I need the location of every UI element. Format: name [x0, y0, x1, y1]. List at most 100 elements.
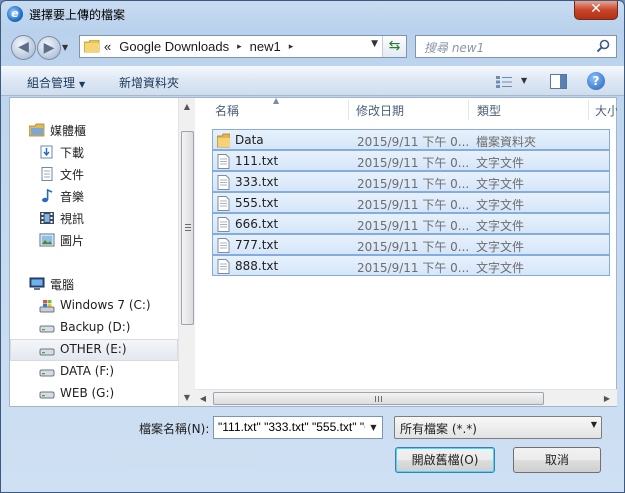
- help-icon[interactable]: ?: [587, 72, 605, 90]
- file-row-888[interactable]: 888.txt 2015/9/11 下午 0... 文字文件: [212, 255, 610, 276]
- navigation-scrollbar[interactable]: ▲ ▼: [178, 98, 195, 406]
- horizontal-scrollbar[interactable]: ◀ ▶: [195, 389, 617, 406]
- libraries-icon: [29, 123, 45, 137]
- search-input[interactable]: 搜尋 new1: [415, 35, 617, 58]
- address-history-dropdown[interactable]: ▼: [371, 39, 378, 49]
- scrollbar-thumb[interactable]: [181, 131, 194, 325]
- scroll-right-icon[interactable]: ▶: [599, 390, 615, 407]
- file-list-pane: ▲ 名稱 修改日期 類型 大小 Data 2015/9/11 下午 0... 檔…: [203, 98, 617, 406]
- cancel-button[interactable]: 取消: [513, 447, 601, 473]
- chevron-down-icon: ▼: [590, 420, 597, 429]
- navigation-pane: 媒體櫃 下載 文件 音樂 視訊 圖片 電腦 Windows 7 (C:) Bac…: [10, 98, 178, 406]
- organize-label: 組合管理: [27, 76, 76, 90]
- sidebar-item-label: 圖片: [60, 234, 85, 248]
- breadcrumb-separator-icon[interactable]: ▸: [289, 39, 294, 54]
- drive-icon: [39, 391, 55, 399]
- open-button[interactable]: 開啟舊檔(O): [395, 447, 495, 473]
- video-icon: [40, 212, 54, 224]
- organize-button[interactable]: 組合管理 ▼: [27, 74, 85, 91]
- file-row-111[interactable]: 111.txt 2015/9/11 下午 0... 文字文件: [212, 150, 610, 171]
- column-header-label: 名稱: [215, 104, 240, 118]
- breadcrumb-separator-icon[interactable]: ▸: [237, 39, 242, 54]
- column-header-date[interactable]: 修改日期: [349, 98, 469, 122]
- file-type: 文字文件: [476, 156, 525, 170]
- windows-drive-icon: [39, 300, 55, 313]
- file-type: 文字文件: [476, 240, 525, 254]
- file-type: 檔案資料夾: [476, 135, 537, 149]
- back-button[interactable]: ◀: [11, 35, 36, 60]
- sidebar-item-drive-g[interactable]: WEB (G:): [10, 383, 178, 405]
- text-file-icon: [217, 238, 230, 253]
- scrollbar-thumb[interactable]: [213, 392, 544, 405]
- file-type: 文字文件: [476, 198, 525, 212]
- file-row-333[interactable]: 333.txt 2015/9/11 下午 0... 文字文件: [212, 171, 610, 192]
- search-placeholder: 搜尋 new1: [424, 41, 485, 55]
- sidebar-item-drive-d[interactable]: Backup (D:): [10, 317, 178, 339]
- sidebar-item-drive-c[interactable]: Windows 7 (C:): [10, 295, 178, 317]
- sidebar-item-drive-f[interactable]: DATA (F:): [10, 361, 178, 383]
- drive-icon: [39, 325, 55, 333]
- chevron-down-icon: ▼: [79, 80, 86, 89]
- refresh-button[interactable]: ⇆: [382, 36, 406, 57]
- view-options-dropdown[interactable]: ▼: [521, 76, 527, 85]
- sidebar-item-computer[interactable]: 電腦: [10, 273, 178, 295]
- file-row-data[interactable]: Data 2015/9/11 下午 0... 檔案資料夾: [212, 129, 610, 150]
- forward-button[interactable]: ▶: [37, 36, 61, 60]
- folder-icon: [84, 40, 100, 53]
- browser-body: 媒體櫃 下載 文件 音樂 視訊 圖片 電腦 Windows 7 (C:) Bac…: [9, 97, 617, 407]
- sidebar-item-videos[interactable]: 視訊: [10, 207, 178, 229]
- sidebar-item-downloads[interactable]: 下載: [10, 141, 178, 163]
- sidebar-item-drive-e[interactable]: OTHER (E:): [10, 339, 178, 361]
- file-date: 2015/9/11 下午 0...: [357, 261, 470, 275]
- internet-explorer-icon: e: [7, 6, 23, 22]
- file-type-value: 所有檔案 (*.*): [400, 422, 477, 436]
- filename-value: "111.txt" "333.txt" "555.txt" "666.txt" …: [218, 420, 382, 434]
- column-header-size[interactable]: 大小: [589, 98, 617, 122]
- scroll-up-icon[interactable]: ▲: [179, 98, 195, 115]
- new-folder-button[interactable]: 新增資料夾: [119, 74, 179, 91]
- file-row-555[interactable]: 555.txt 2015/9/11 下午 0... 文字文件: [212, 192, 610, 213]
- scroll-down-icon[interactable]: ▼: [179, 389, 195, 406]
- file-type: 文字文件: [476, 219, 525, 233]
- column-header-label: 修改日期: [356, 104, 405, 118]
- drive-icon: [39, 348, 55, 356]
- sidebar-item-label: Windows 7 (C:): [60, 298, 151, 312]
- file-date: 2015/9/11 下午 0...: [357, 177, 470, 191]
- file-date: 2015/9/11 下午 0...: [357, 156, 470, 170]
- close-button[interactable]: ✕: [574, 1, 618, 20]
- change-view-icon[interactable]: [495, 75, 513, 89]
- sidebar-item-label: 媒體櫃: [50, 124, 87, 138]
- file-row-777[interactable]: 777.txt 2015/9/11 下午 0... 文字文件: [212, 234, 610, 255]
- column-header-label: 類型: [477, 104, 502, 118]
- title-bar[interactable]: e 選擇要上傳的檔案 ✕: [1, 1, 624, 27]
- sidebar-item-pictures[interactable]: 圖片: [10, 229, 178, 251]
- address-bar[interactable]: « Google Downloads ▸ new1 ▸ ▼ ⇆: [79, 35, 407, 58]
- scroll-left-icon[interactable]: ◀: [195, 390, 211, 407]
- window-title: 選擇要上傳的檔案: [29, 8, 126, 22]
- file-row-666[interactable]: 666.txt 2015/9/11 下午 0... 文字文件: [212, 213, 610, 234]
- file-name: Data: [235, 133, 264, 147]
- recent-pages-dropdown[interactable]: ▼: [62, 43, 68, 52]
- preview-pane-icon[interactable]: [550, 74, 567, 89]
- column-header-name[interactable]: ▲ 名稱: [203, 98, 345, 122]
- breadcrumb-overflow[interactable]: «: [104, 39, 111, 54]
- grip-icon: [185, 224, 191, 231]
- file-date: 2015/9/11 下午 0...: [357, 219, 470, 233]
- breadcrumb-item-new1[interactable]: new1: [250, 39, 281, 54]
- text-file-icon: [217, 175, 230, 190]
- file-type-select[interactable]: 所有檔案 (*.*) ▼: [394, 416, 602, 439]
- sidebar-item-documents[interactable]: 文件: [10, 163, 178, 185]
- download-icon: [40, 145, 53, 159]
- computer-icon: [29, 277, 45, 290]
- folder-icon: [217, 133, 230, 148]
- sidebar-item-libraries[interactable]: 媒體櫃: [10, 119, 178, 141]
- breadcrumb-item-google-downloads[interactable]: Google Downloads: [119, 39, 229, 54]
- text-file-icon: [217, 196, 230, 211]
- filename-label: 檔案名稱(N):: [139, 422, 210, 436]
- sidebar-item-music[interactable]: 音樂: [10, 185, 178, 207]
- column-header-type[interactable]: 類型: [469, 98, 589, 122]
- search-icon[interactable]: [596, 39, 610, 53]
- filename-input[interactable]: "111.txt" "333.txt" "555.txt" "666.txt" …: [213, 416, 383, 439]
- chevron-down-icon[interactable]: ▼: [365, 417, 382, 438]
- sidebar-item-label: WEB (G:): [60, 386, 115, 400]
